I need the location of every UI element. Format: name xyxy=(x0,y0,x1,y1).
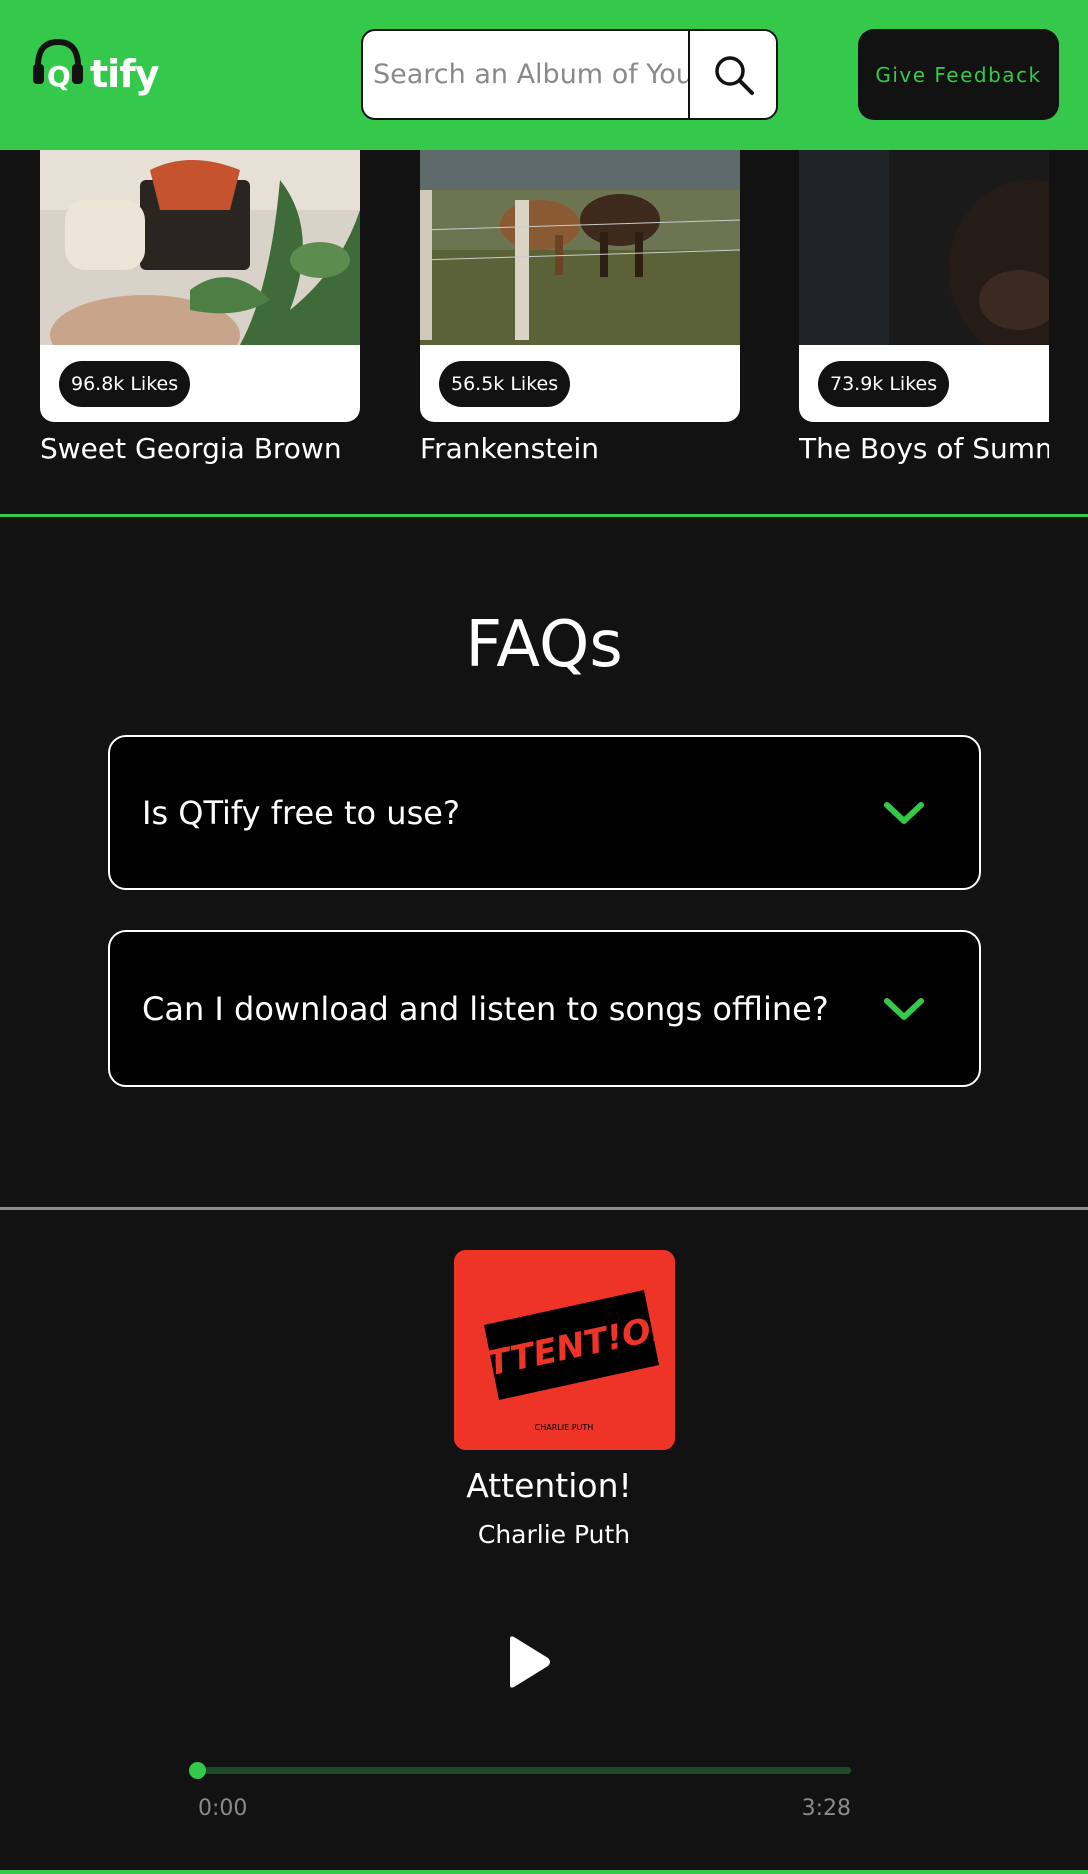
logo[interactable]: Q tify xyxy=(32,36,159,102)
faq-item[interactable]: Is QTify free to use? xyxy=(108,735,981,890)
navbar: Q tify Give Feedback xyxy=(0,0,1088,150)
total-time: 3:28 xyxy=(801,1796,851,1821)
faq-heading: FAQs xyxy=(465,608,623,682)
search-input[interactable] xyxy=(363,31,688,118)
album-cover-image xyxy=(799,150,1049,345)
likes-badge: 73.9k Likes xyxy=(818,361,950,407)
album-carousel: 96.8k Likes Sweet Georgia Brown 56.5k Li… xyxy=(0,150,1088,516)
current-time: 0:00 xyxy=(198,1796,248,1821)
album-card-clipped: 73.9k Likes The Boys of Summer xyxy=(799,150,1049,516)
section-divider xyxy=(0,514,1088,517)
svg-text:Q: Q xyxy=(47,60,71,92)
cover-art: ATTENT!ON CHARLIE PUTH xyxy=(454,1250,675,1450)
likes-badge: 96.8k Likes xyxy=(59,361,191,407)
chevron-down-icon[interactable] xyxy=(883,799,925,827)
bottom-border xyxy=(0,1870,1088,1874)
faq-question: Is QTify free to use? xyxy=(142,793,460,832)
faq-item[interactable]: Can I download and listen to songs offli… xyxy=(108,930,981,1087)
progress-bar[interactable] xyxy=(189,1762,851,1779)
player-divider xyxy=(0,1207,1088,1210)
album-title: Frankenstein xyxy=(420,432,599,465)
logo-text: tify xyxy=(90,52,159,96)
album-title: The Boys of Summer xyxy=(799,432,1049,465)
song-title: Attention! xyxy=(466,1466,632,1505)
album-card[interactable]: 73.9k Likes The Boys of Summer xyxy=(799,150,1049,465)
give-feedback-button[interactable]: Give Feedback xyxy=(858,29,1059,120)
album-cover-image xyxy=(420,150,740,345)
album-card-body: 73.9k Likes xyxy=(799,150,1049,422)
album-card[interactable]: 56.5k Likes Frankenstein xyxy=(420,150,740,465)
album-card[interactable]: 96.8k Likes Sweet Georgia Brown xyxy=(40,150,360,465)
search-button[interactable] xyxy=(688,31,776,118)
search-icon xyxy=(715,55,754,95)
chevron-down-icon[interactable] xyxy=(883,995,925,1023)
album-title: Sweet Georgia Brown xyxy=(40,432,342,465)
progress-knob[interactable] xyxy=(189,1762,206,1779)
search-bar xyxy=(361,29,778,120)
album-card-body: 56.5k Likes xyxy=(420,150,740,422)
cover-artist-text: CHARLIE PUTH xyxy=(535,1423,594,1432)
now-playing-cover: ATTENT!ON CHARLIE PUTH xyxy=(454,1250,675,1450)
likes-badge: 56.5k Likes xyxy=(439,361,571,407)
faq-question: Can I download and listen to songs offli… xyxy=(142,989,829,1028)
album-card-body: 96.8k Likes xyxy=(40,150,360,422)
play-icon[interactable] xyxy=(504,1634,552,1690)
song-artist: Charlie Puth xyxy=(477,1520,631,1549)
headphones-q-icon: Q xyxy=(33,38,83,92)
album-cover-image xyxy=(40,150,360,345)
